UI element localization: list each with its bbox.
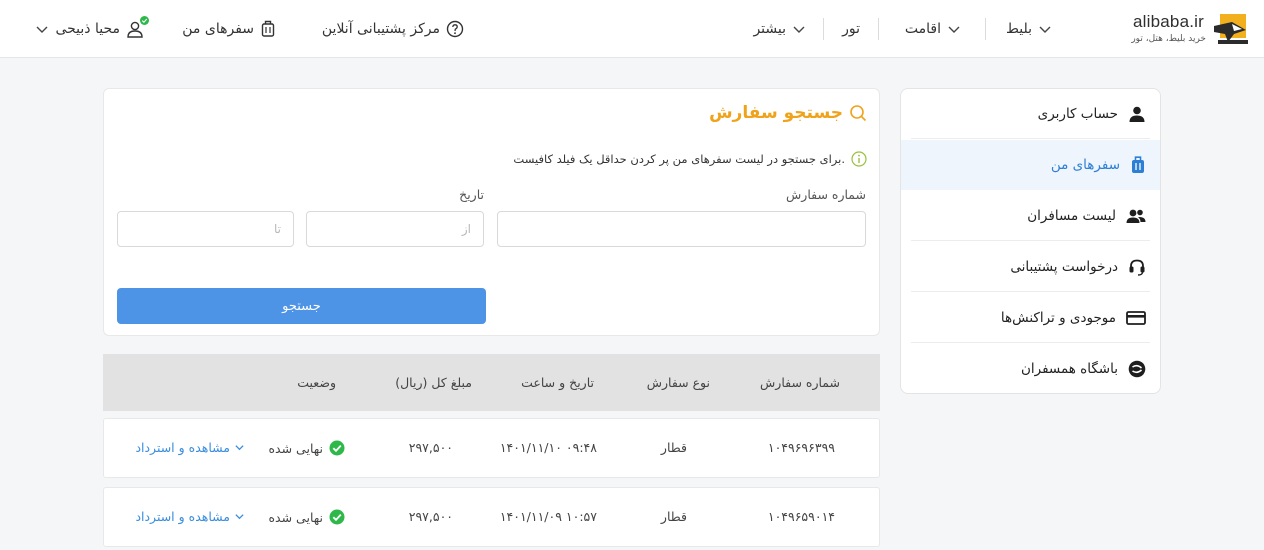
club-icon [1128, 360, 1146, 378]
brand-logo[interactable]: alibaba.ir خرید بلیط، هتل، تور [1122, 10, 1252, 48]
cell-order-type: قطار [660, 440, 687, 455]
sidebar-item-label: باشگاه همسفران [1020, 361, 1118, 377]
sidebar-item-label: موجودی و تراکنش‌ها [1000, 309, 1116, 326]
cell-total: ۲۹۷,۵۰۰ [408, 509, 453, 524]
search-icon [850, 105, 867, 122]
sidebar-item-label: درخواست پشتیبانی [1010, 258, 1118, 275]
online-support-link[interactable]: مرکز پشتیبانی آنلاین [322, 19, 464, 39]
col-order-number: شماره سفارش [760, 375, 840, 390]
search-hint-text: برای جستجو در لیست سفرهای من پر کردن حدا… [513, 152, 845, 166]
nav-tour-label: تور [842, 21, 860, 37]
user-icon [1129, 106, 1145, 122]
view-refund-label: مشاهده و استرداد [135, 509, 230, 524]
users-icon [1126, 209, 1146, 223]
cell-datetime: ۱۴۰۱/۱۱/۱۰ ۰۹:۴۸ [499, 440, 597, 455]
user-name: محیا ذبیحی [55, 21, 120, 37]
cell-order-number: ۱۰۴۹۶۹۶۳۹۹ [767, 440, 835, 455]
order-number-label: شماره سفارش [786, 187, 866, 202]
cell-order-type: قطار [660, 509, 687, 524]
my-trips-link[interactable]: سفرهای من [182, 19, 276, 39]
headset-icon [1129, 259, 1145, 276]
cell-datetime: ۱۴۰۱/۱۱/۰۹ ۱۰:۵۷ [499, 509, 597, 524]
table-row: ۱۰۴۹۶۹۶۳۹۹ قطار ۱۴۰۱/۱۱/۱۰ ۰۹:۴۸ ۲۹۷,۵۰۰… [103, 418, 880, 478]
order-number-input[interactable] [497, 211, 866, 247]
nav-stay-label: اقامت [904, 21, 941, 37]
status-text: نهایی شده [268, 509, 323, 525]
sidebar-item-label: لیست مسافران [1027, 207, 1116, 224]
account-sidebar: حساب کاربری سفرهای من لیست مسافران درخوا… [900, 88, 1161, 394]
col-total: مبلغ کل (ریال) [395, 375, 472, 390]
nav-ticket-label: بلیط [1005, 21, 1032, 37]
sidebar-item-my-trips[interactable]: سفرهای من [901, 140, 1160, 190]
online-support-label: مرکز پشتیبانی آنلاین [321, 21, 440, 37]
cell-order-number: ۱۰۴۹۶۵۹۰۱۴ [767, 509, 835, 524]
top-header: alibaba.ir خرید بلیط، هتل، تور بلیط اقام… [0, 0, 1264, 58]
logo-tagline: خرید بلیط، هتل، تور [1131, 34, 1206, 44]
sidebar-item-support[interactable]: درخواست پشتیبانی [911, 242, 1150, 292]
search-title: جستجو سفارش [709, 103, 867, 123]
search-button[interactable]: جستجو [117, 288, 486, 324]
cell-status: نهایی شده [268, 440, 345, 456]
col-datetime: تاریخ و ساعت [521, 375, 594, 390]
date-from-input[interactable] [306, 211, 484, 247]
search-title-text: جستجو سفارش [709, 103, 843, 123]
cell-total: ۲۹۷,۵۰۰ [408, 440, 453, 455]
date-label: تاریخ [459, 187, 484, 202]
nav-stay[interactable]: اقامت [905, 19, 961, 39]
nav-tour[interactable]: تور [842, 19, 860, 39]
card-icon [1126, 310, 1146, 325]
date-to-input[interactable] [117, 211, 294, 247]
sidebar-item-label: حساب کاربری [1037, 105, 1118, 122]
search-hint: برای جستجو در لیست سفرهای من پر کردن حدا… [513, 151, 867, 167]
user-menu[interactable]: محیا ذبیحی [35, 16, 149, 39]
nav-divider [985, 18, 986, 40]
sidebar-item-club[interactable]: باشگاه همسفران [911, 344, 1150, 393]
col-order-type: نوع سفارش [646, 375, 710, 390]
user-avatar [126, 16, 149, 38]
table-row: ۱۰۴۹۶۵۹۰۱۴ قطار ۱۴۰۱/۱۱/۰۹ ۱۰:۵۷ ۲۹۷,۵۰۰… [103, 487, 880, 547]
view-refund-link[interactable]: مشاهده و استرداد [135, 440, 245, 455]
nav-more[interactable]: بیشتر [753, 19, 806, 39]
sidebar-item-passengers[interactable]: لیست مسافران [911, 191, 1150, 241]
suitcase-icon [261, 20, 275, 37]
status-text: نهایی شده [268, 440, 323, 456]
chevron-down-icon [1039, 26, 1051, 33]
chevron-down-icon [36, 26, 48, 33]
orders-table-header: شماره سفارش نوع سفارش تاریخ و ساعت مبلغ … [103, 354, 880, 411]
online-badge-icon [140, 16, 149, 25]
nav-ticket[interactable]: بلیط [1006, 19, 1052, 39]
logo-text: alibaba.ir [1133, 12, 1204, 31]
chevron-down-icon [235, 445, 244, 451]
suitcase-icon [1132, 156, 1144, 173]
nav-divider [878, 18, 879, 40]
nav-divider [823, 18, 824, 40]
cell-status: نهایی شده [268, 509, 345, 525]
sidebar-item-wallet[interactable]: موجودی و تراکنش‌ها [911, 293, 1150, 343]
sidebar-item-account[interactable]: حساب کاربری [911, 89, 1150, 139]
sidebar-item-label: سفرهای من [1050, 157, 1120, 173]
nav-more-label: بیشتر [753, 21, 786, 37]
view-refund-link[interactable]: مشاهده و استرداد [135, 509, 245, 524]
chevron-down-icon [235, 514, 244, 520]
logo-mark-icon [1214, 14, 1248, 44]
order-search-card: جستجو سفارش برای جستجو در لیست سفرهای من… [103, 88, 880, 336]
col-status: وضعیت [297, 375, 336, 390]
chevron-down-icon [948, 26, 960, 33]
my-trips-label: سفرهای من [182, 21, 254, 37]
info-icon [851, 151, 867, 167]
view-refund-label: مشاهده و استرداد [135, 440, 230, 455]
chevron-down-icon [793, 26, 805, 33]
check-circle-icon [329, 440, 345, 456]
check-circle-icon [329, 509, 345, 525]
question-circle-icon [446, 20, 464, 38]
